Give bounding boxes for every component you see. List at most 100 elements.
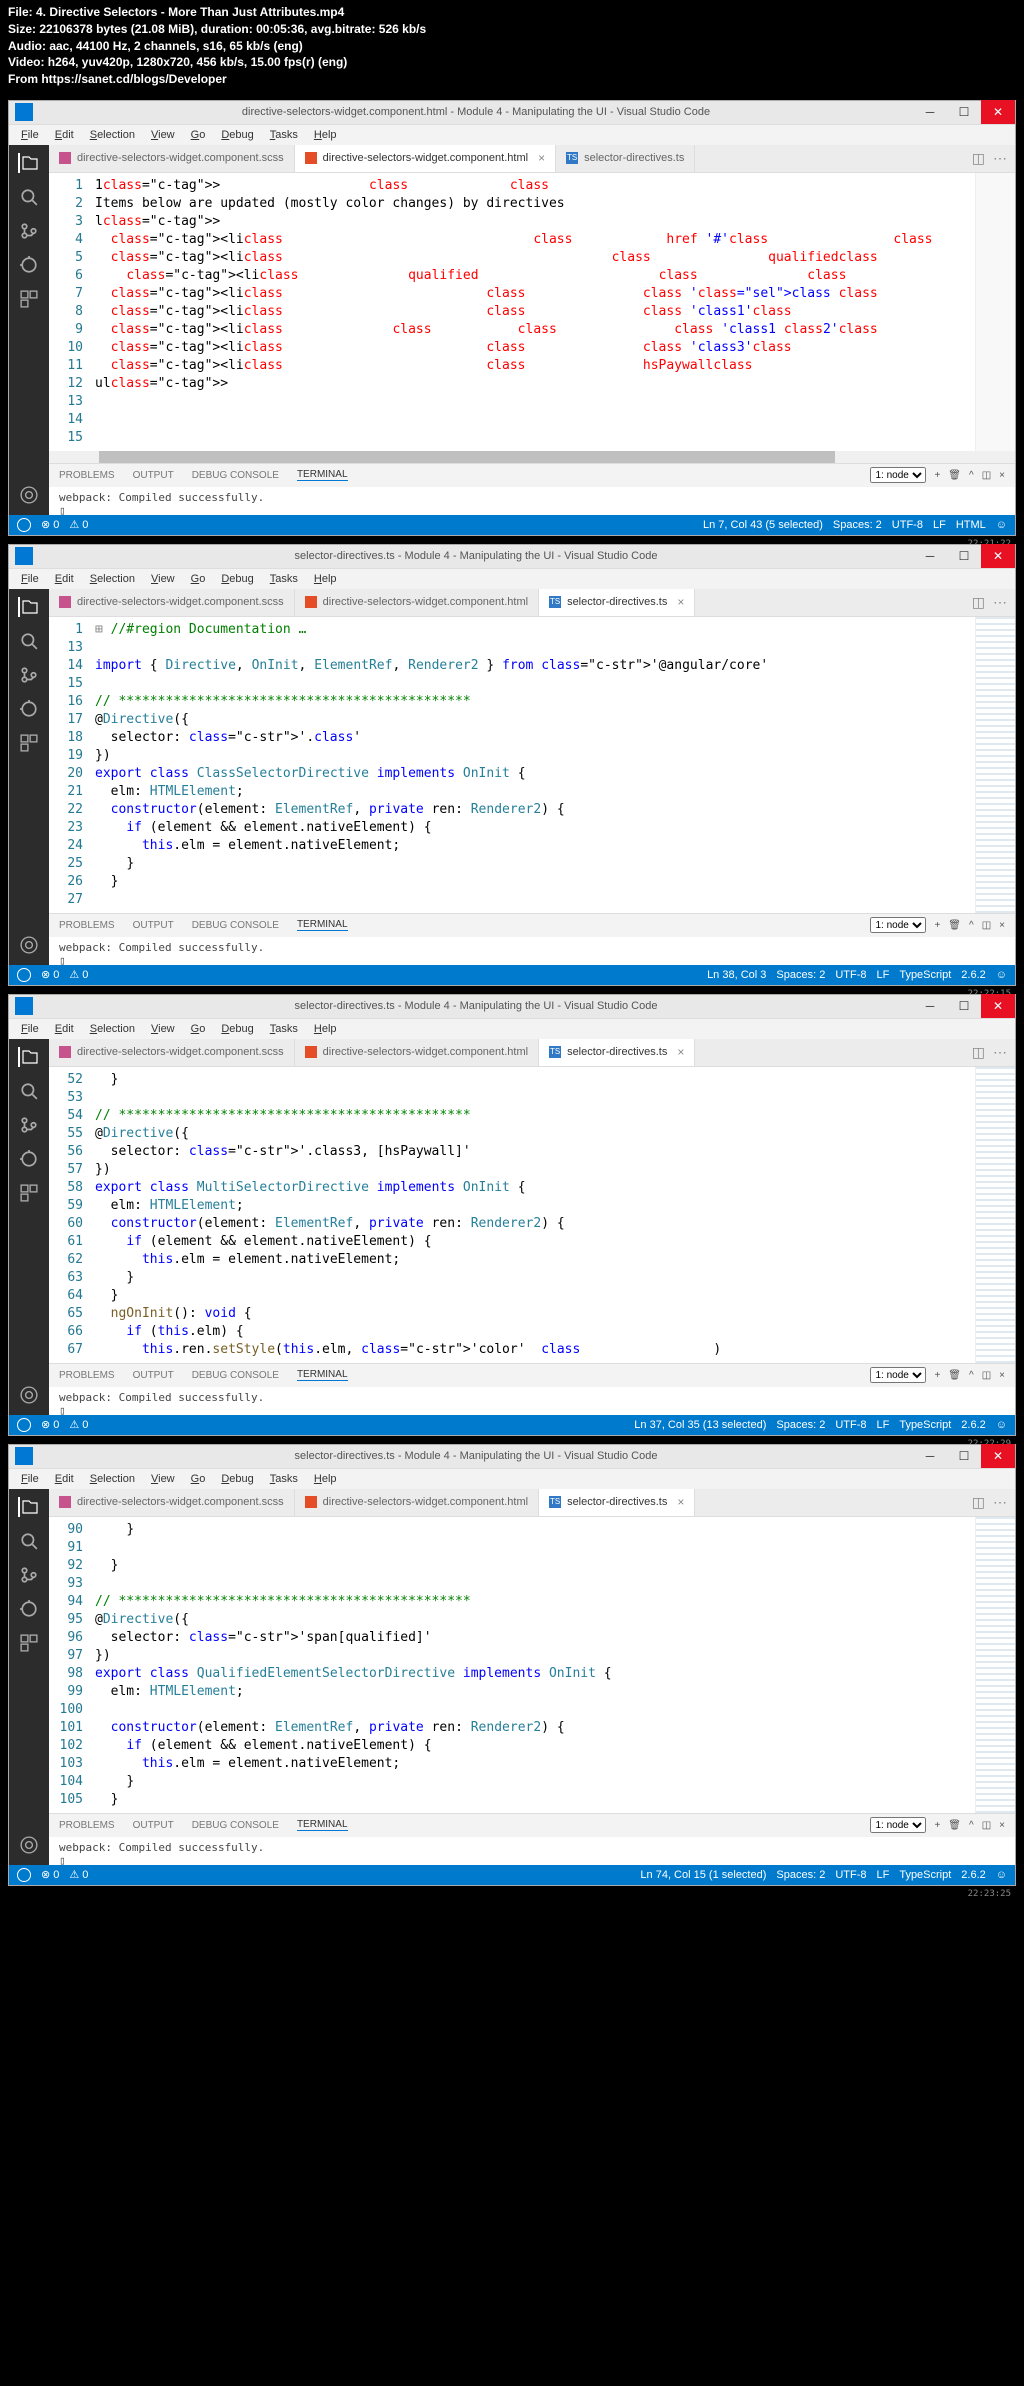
code-line[interactable]: }) — [95, 1161, 975, 1179]
encoding[interactable]: UTF-8 — [835, 1419, 866, 1431]
maximize-panel-icon[interactable]: ^ — [969, 470, 974, 481]
more-icon[interactable]: ⋯ — [993, 1044, 1007, 1061]
cursor-position[interactable]: Ln 74, Col 15 (1 selected) — [640, 1869, 766, 1881]
close-panel-icon[interactable]: × — [999, 470, 1005, 481]
menu-tasks[interactable]: Tasks — [264, 571, 304, 587]
kill-terminal-icon[interactable]: 🗑 — [948, 470, 961, 481]
code-line[interactable]: this.elm = element.nativeElement; — [95, 837, 975, 855]
menu-file[interactable]: File — [15, 571, 45, 587]
code-line[interactable]: this.ren.setStyle(this.elm, class="c-str… — [95, 1341, 975, 1359]
panel-tab-output[interactable]: OUTPUT — [133, 470, 174, 481]
code-line[interactable]: // *************************************… — [95, 1593, 975, 1611]
maximize-button[interactable]: ☐ — [947, 544, 981, 568]
menu-help[interactable]: Help — [308, 1021, 343, 1037]
language-mode[interactable]: TypeScript — [899, 969, 951, 981]
panel-tab-problems[interactable]: PROBLEMS — [59, 470, 115, 481]
close-button[interactable]: ✕ — [981, 544, 1015, 568]
code-line[interactable]: export class MultiSelectorDirective impl… — [95, 1179, 975, 1197]
tab-close-icon[interactable]: × — [677, 595, 684, 609]
tab-close-icon[interactable]: × — [538, 151, 545, 165]
terminal-selector[interactable]: 1: node — [870, 467, 926, 483]
eol[interactable]: LF — [876, 1869, 889, 1881]
close-panel-icon[interactable]: × — [999, 1370, 1005, 1381]
menu-help[interactable]: Help — [308, 127, 343, 143]
tab-html[interactable]: directive-selectors-widget.component.htm… — [295, 1039, 539, 1066]
menu-edit[interactable]: Edit — [49, 1021, 80, 1037]
panel-tab-output[interactable]: OUTPUT — [133, 1370, 174, 1381]
menu-tasks[interactable]: Tasks — [264, 127, 304, 143]
debug-icon[interactable] — [19, 1599, 39, 1619]
tab-html[interactable]: directive-selectors-widget.component.htm… — [295, 145, 556, 172]
search-icon[interactable] — [19, 187, 39, 207]
code-line[interactable]: } — [95, 1521, 975, 1539]
tab-scss[interactable]: directive-selectors-widget.component.scs… — [49, 1039, 295, 1066]
language-mode[interactable]: HTML — [956, 519, 986, 531]
code-line[interactable]: elm: HTMLElement; — [95, 1683, 975, 1701]
kill-terminal-icon[interactable]: 🗑 — [948, 920, 961, 931]
menu-debug[interactable]: Debug — [215, 1021, 259, 1037]
code-line[interactable]: class="c-tag"><liclass="c-tag">>multi-se… — [95, 339, 975, 357]
code-line[interactable]: } — [95, 1287, 975, 1305]
tab-scss[interactable]: directive-selectors-widget.component.scs… — [49, 1489, 295, 1516]
panel-tab-problems[interactable]: PROBLEMS — [59, 1820, 115, 1831]
close-panel-icon[interactable]: × — [999, 920, 1005, 931]
code-line[interactable]: Items below are updated (mostly color ch… — [95, 195, 975, 213]
kill-terminal-icon[interactable]: 🗑 — [948, 1370, 961, 1381]
source-control-icon[interactable] — [19, 221, 39, 241]
eol[interactable]: LF — [876, 1419, 889, 1431]
menu-selection[interactable]: Selection — [84, 1471, 141, 1487]
source-control-icon[interactable] — [19, 665, 39, 685]
code-line[interactable]: 1class="c-tag">>Directive Selectorsclass… — [95, 177, 975, 195]
more-icon[interactable]: ⋯ — [993, 594, 1007, 611]
feedback-icon[interactable]: ☺ — [996, 969, 1007, 981]
code-line[interactable]: // *************************************… — [95, 1107, 975, 1125]
encoding[interactable]: UTF-8 — [835, 1869, 866, 1881]
warnings-icon[interactable]: ⚠ 0 — [69, 518, 88, 531]
menu-go[interactable]: Go — [185, 571, 212, 587]
menu-edit[interactable]: Edit — [49, 127, 80, 143]
encoding[interactable]: UTF-8 — [835, 969, 866, 981]
warnings-icon[interactable]: ⚠ 0 — [69, 1418, 88, 1431]
new-terminal-icon[interactable]: + — [934, 920, 940, 931]
split-editor-icon[interactable]: ◫ — [972, 1494, 985, 1511]
explorer-icon[interactable] — [18, 1047, 38, 1067]
cursor-position[interactable]: Ln 38, Col 3 — [707, 969, 766, 981]
terminal-output[interactable]: webpack: Compiled successfully.▯ — [49, 1387, 1015, 1415]
extensions-icon[interactable] — [19, 733, 39, 753]
minimize-button[interactable]: ─ — [913, 1444, 947, 1468]
warnings-icon[interactable]: ⚠ 0 — [69, 968, 88, 981]
menu-file[interactable]: File — [15, 127, 45, 143]
search-icon[interactable] — [19, 1531, 39, 1551]
panel-tab-debug-console[interactable]: DEBUG CONSOLE — [192, 1370, 279, 1381]
panel-tab-output[interactable]: OUTPUT — [133, 1820, 174, 1831]
menu-help[interactable]: Help — [308, 1471, 343, 1487]
tab-scss[interactable]: directive-selectors-widget.component.scs… — [49, 145, 295, 172]
menu-view[interactable]: View — [145, 1471, 181, 1487]
code-line[interactable] — [95, 1701, 975, 1719]
code-line[interactable]: export class QualifiedElementSelectorDir… — [95, 1665, 975, 1683]
code-line[interactable] — [95, 411, 975, 429]
code-line[interactable]: constructor(element: ElementRef, private… — [95, 1215, 975, 1233]
maximize-panel-icon[interactable]: ^ — [969, 920, 974, 931]
indentation[interactable]: Spaces: 2 — [776, 1419, 825, 1431]
errors-icon[interactable]: ⊗ 0 — [41, 968, 59, 981]
errors-icon[interactable]: ⊗ 0 — [41, 518, 59, 531]
code-line[interactable]: if (element && element.nativeElement) { — [95, 1233, 975, 1251]
language-mode[interactable]: TypeScript — [899, 1419, 951, 1431]
settings-icon[interactable] — [19, 1385, 39, 1405]
new-terminal-icon[interactable]: + — [934, 1370, 940, 1381]
debug-icon[interactable] — [19, 1149, 39, 1169]
terminal-output[interactable]: webpack: Compiled successfully.▯ — [49, 937, 1015, 965]
code-line[interactable] — [95, 891, 975, 909]
panel-tab-problems[interactable]: PROBLEMS — [59, 920, 115, 931]
menu-help[interactable]: Help — [308, 571, 343, 587]
code-line[interactable]: ulclass="c-tag">> — [95, 375, 975, 393]
close-panel-icon[interactable]: × — [999, 1820, 1005, 1831]
tab-ts[interactable]: TSselector-directives.ts× — [539, 1489, 695, 1516]
settings-icon[interactable] — [19, 935, 39, 955]
tab-ts[interactable]: TSselector-directives.ts× — [539, 1039, 695, 1066]
code-line[interactable]: @Directive({ — [95, 1611, 975, 1629]
code-line[interactable]: ⊞ //#region Documentation … — [95, 621, 975, 639]
code-line[interactable]: } — [95, 1557, 975, 1575]
sync-icon[interactable] — [17, 518, 31, 532]
